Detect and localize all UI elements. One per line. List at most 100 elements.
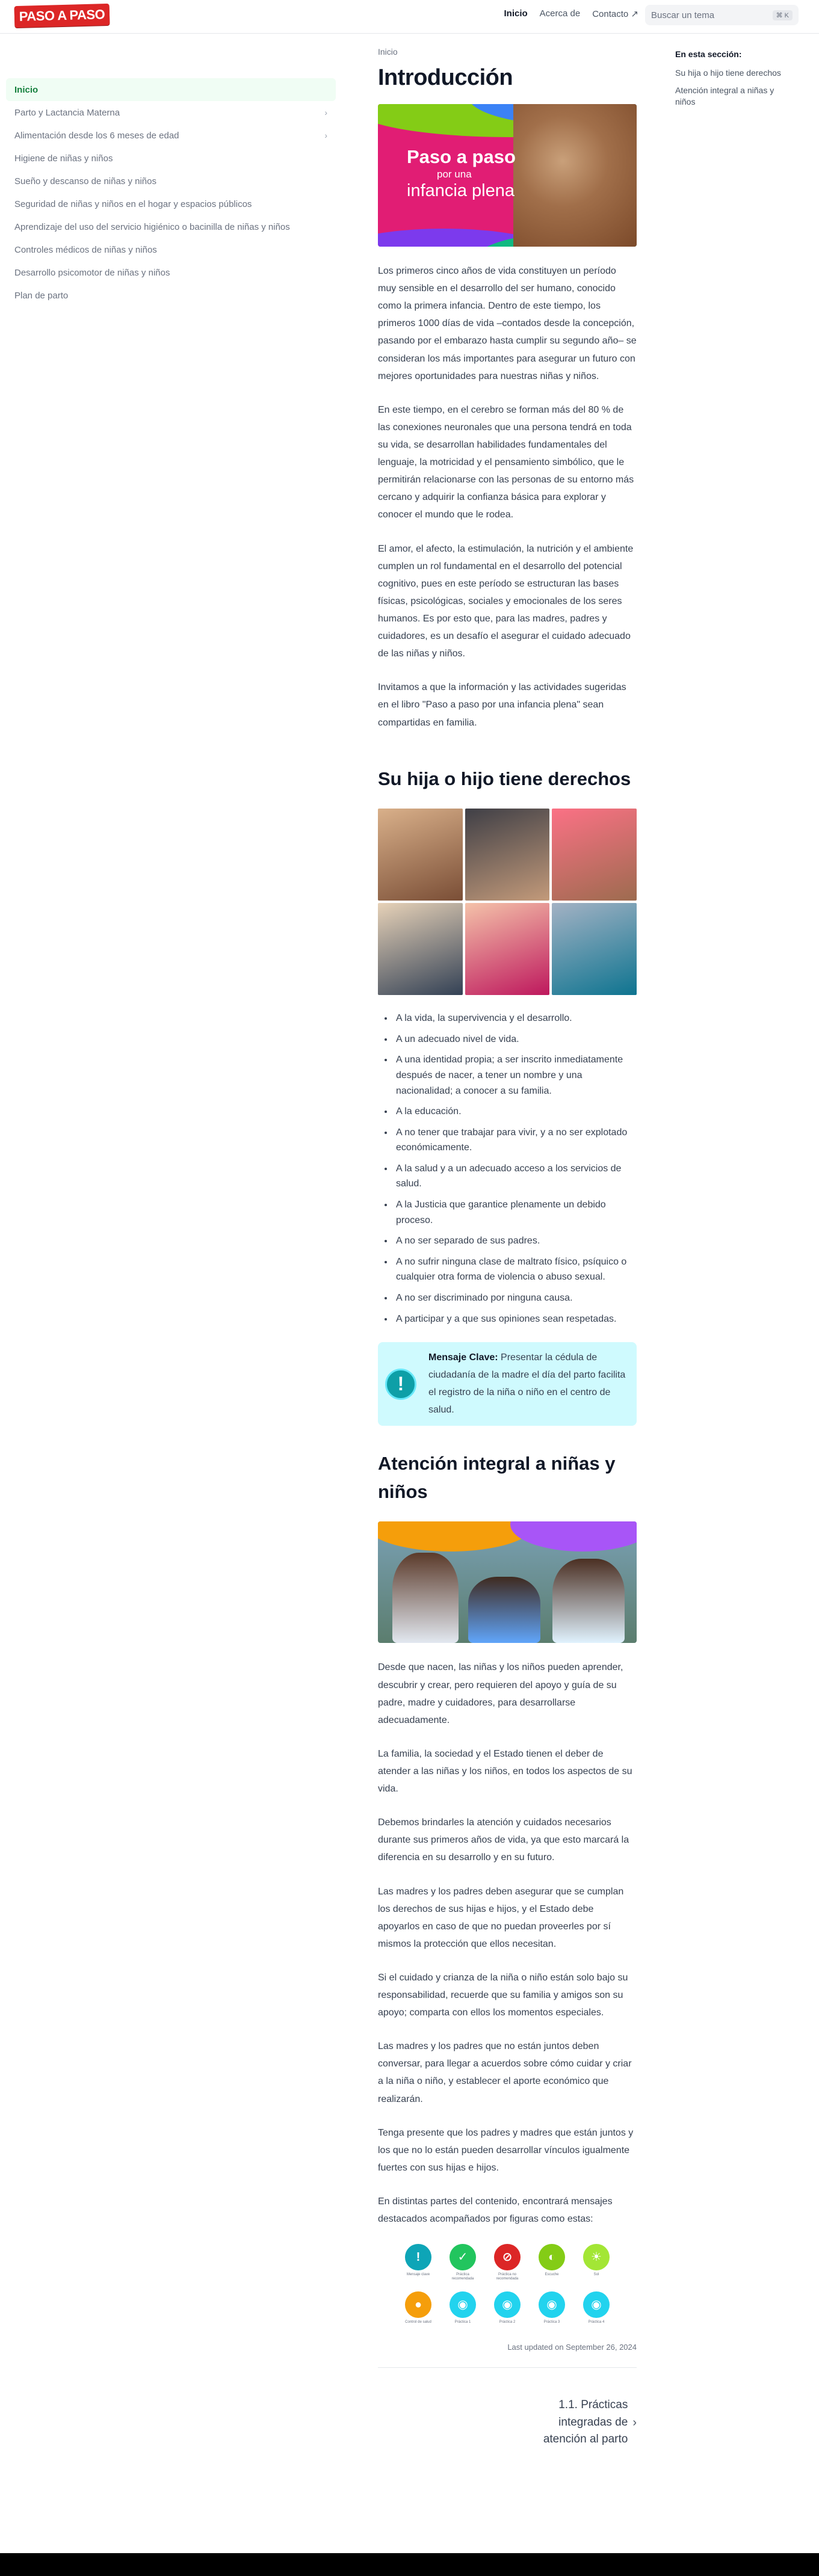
list-item: A la educación. [394, 1104, 637, 1120]
toc-title: En esta sección: [675, 49, 742, 59]
legend-icon-label: Práctica no recomendada [496, 2273, 519, 2281]
figure-icon: ⊘ [494, 2244, 521, 2271]
section-heading-derechos: Su hija o hijo tiene derechos [378, 768, 631, 789]
sidebar-item-alimentacion[interactable]: Alimentación desde los 6 meses de edad › [6, 124, 336, 147]
list-item: A la Justicia que garantice plenamente u… [394, 1197, 637, 1228]
hero-title: Paso a paso [407, 146, 516, 167]
care-paragraph: Debemos brindarles la atención y cuidado… [378, 1817, 629, 1863]
list-item: A la vida, la supervivencia y el desarro… [394, 1011, 637, 1026]
sidebar-item-label: Aprendizaje del uso del servicio higiéni… [14, 221, 290, 232]
legend-icon: ✓ Práctica recomendada [445, 2244, 481, 2281]
list-item: A una identidad propia; a ser inscrito i… [394, 1052, 637, 1098]
sidebar-item-higiene[interactable]: Higiene de niñas y niños [6, 147, 336, 170]
legend-icon: ☀ Sol [578, 2244, 614, 2281]
pagination-next: 1.1. Prácticas integradas de atención al p… [378, 2397, 637, 2448]
intro-paragraph: En este tiempo, en el cerebro se forman … [378, 404, 634, 520]
list-item: A no tener que trabajar para vivir, y a … [394, 1125, 637, 1156]
legend-icon: ◉ Práctica 3 [534, 2291, 570, 2325]
care-paragraph: La familia, la sociedad y el Estado tien… [378, 1748, 632, 1795]
sidebar-item-inicio[interactable]: Inicio [6, 78, 336, 101]
legend-icon-label: Sol [593, 2273, 599, 2277]
breadcrumb[interactable]: Inicio [378, 47, 637, 57]
logo-text: PASO A PASO [19, 7, 105, 24]
legend-icon-label: Práctica 4 [588, 2320, 605, 2325]
sidebar-item-seguridad[interactable]: Seguridad de niñas y niños en el hogar y… [6, 193, 336, 215]
sidebar-item-sueno[interactable]: Sueño y descanso de niñas y niños [6, 170, 336, 193]
legend-icon: ● Control de salud [400, 2291, 436, 2325]
chevron-right-icon: › [324, 131, 327, 140]
legend-icon-label: Escuche [545, 2273, 559, 2277]
list-item: A no sufrir ninguna clase de maltrato fí… [394, 1254, 637, 1285]
legend-icon: ◉ Práctica 2 [489, 2291, 525, 2325]
search-shortcut: ⌘ K [772, 10, 793, 20]
sidebar-item-label: Sueño y descanso de niñas y niños [14, 176, 156, 186]
toc-link-atencion[interactable]: Atención integral a niñas y niños [675, 85, 796, 108]
next-page-link[interactable]: 1.1. Prácticas integradas de atención al p… [543, 2397, 637, 2448]
site-logo[interactable]: PASO A PASO [14, 3, 110, 28]
legend-icon-label: Práctica recomendada [451, 2273, 474, 2281]
children-photo-grid [378, 809, 637, 996]
figure-icon: ◉ [583, 2291, 610, 2319]
nav-acerca-de[interactable]: Acerca de [540, 8, 581, 19]
sidebar-item-label: Alimentación desde los 6 meses de edad [14, 130, 179, 141]
figure-icon: ◉ [494, 2291, 521, 2319]
key-message-callout: ! Mensaje Clave: Presentar la cédula de … [378, 1342, 637, 1426]
care-paragraph: Las madres y los padres que no están jun… [378, 2041, 632, 2104]
figure-icon: ● [405, 2291, 431, 2319]
sidebar-item-label: Desarrollo psicomotor de niñas y niños [14, 267, 170, 278]
sidebar-item-parto[interactable]: Parto y Lactancia Materna › [6, 101, 336, 124]
hero-image: Paso a paso por una infancia plena [378, 104, 637, 247]
list-item: A no ser discriminado por ninguna causa. [394, 1290, 637, 1306]
children-group-photo [378, 1521, 637, 1644]
intro-paragraph: Invitamos a que la información y las act… [378, 682, 626, 728]
sidebar-item-plan-parto[interactable]: Plan de parto [6, 284, 336, 307]
legend-icons: ! Mensaje clave ✓ Práctica recomendada ⊘ Prác… [378, 2244, 637, 2325]
chevron-right-icon: › [632, 2415, 637, 2429]
sidebar-item-desarrollo[interactable]: Desarrollo psicomotor de niñas y niños [6, 261, 336, 284]
care-paragraph: Las madres y los padres deben asegurar q… [378, 1886, 624, 1949]
toc-link-derechos[interactable]: Su hija o hijo tiene derechos [675, 67, 796, 79]
care-paragraph: Desde que nacen, las niñas y los niños p… [378, 1662, 623, 1725]
sidebar-item-controles[interactable]: Controles médicos de niñas y niños [6, 238, 336, 261]
legend-icon-label: Mensaje clave [406, 2273, 430, 2277]
top-nav: Inicio Acerca de Contacto ↗ [504, 8, 639, 19]
mother-child-photo [513, 104, 637, 247]
legend-icon: ! Mensaje clave [400, 2244, 436, 2281]
callout-label: Mensaje Clave: [428, 1352, 498, 1363]
legend-icon: ⊘ Práctica no recomendada [489, 2244, 525, 2281]
legend-icon: ◐ Escuche [534, 2244, 570, 2281]
rights-list: A la vida, la supervivencia y el desarro… [394, 1011, 637, 1327]
nav-inicio[interactable]: Inicio [504, 8, 528, 19]
search-input[interactable]: Buscar un tema ⌘ K [645, 5, 799, 25]
legend-icon: ◉ Práctica 4 [578, 2291, 614, 2325]
sidebar-item-label: Parto y Lactancia Materna [14, 107, 120, 118]
next-page-label: 1.1. Prácticas integradas de atención al p… [543, 2399, 628, 2446]
top-bar: PASO A PASO Inicio Acerca de Contacto ↗ … [0, 0, 819, 34]
figure-icon: ☀ [583, 2244, 610, 2271]
figure-icon: ✓ [450, 2244, 476, 2271]
hero-tagline: infancia plena [407, 181, 515, 200]
search-placeholder: Buscar un tema [651, 10, 715, 20]
legend-icon-label: Control de salud [405, 2320, 431, 2325]
legend-icon-label: Práctica 2 [499, 2320, 516, 2325]
legend-icon-label: Práctica 1 [454, 2320, 471, 2325]
list-item: A la salud y a un adecuado acceso a los … [394, 1161, 637, 1192]
bottom-bar [0, 2553, 819, 2576]
sidebar-item-label: Controles médicos de niñas y niños [14, 244, 157, 255]
sidebar-item-label: Higiene de niñas y niños [14, 153, 113, 164]
page-title: Introducción [378, 65, 513, 90]
list-item: A un adecuado nivel de vida. [394, 1032, 637, 1047]
care-paragraph: En distintas partes del contenido, encon… [378, 2196, 613, 2225]
intro-paragraph: El amor, el afecto, la estimulación, la … [378, 543, 634, 659]
sidebar-item-label: Seguridad de niñas y niños en el hogar y… [14, 199, 252, 209]
figure-icon: ◉ [539, 2291, 565, 2319]
last-updated: Last updated on September 26, 2024 [507, 2343, 637, 2352]
sidebar-item-aprendizaje[interactable]: Aprendizaje del uso del servicio higiéni… [6, 215, 336, 238]
intro-paragraph: Los primeros cinco años de vida constitu… [378, 266, 637, 381]
figure-icon: ◐ [539, 2244, 565, 2271]
main-content: Inicio Introducción Paso a paso por una … [378, 47, 637, 2448]
nav-contacto[interactable]: Contacto ↗ [592, 8, 638, 19]
divider [378, 2367, 637, 2368]
section-heading-atencion: Atención integral a niñas y niños [378, 1453, 616, 1502]
legend-icon-label: Práctica 3 [543, 2320, 560, 2325]
